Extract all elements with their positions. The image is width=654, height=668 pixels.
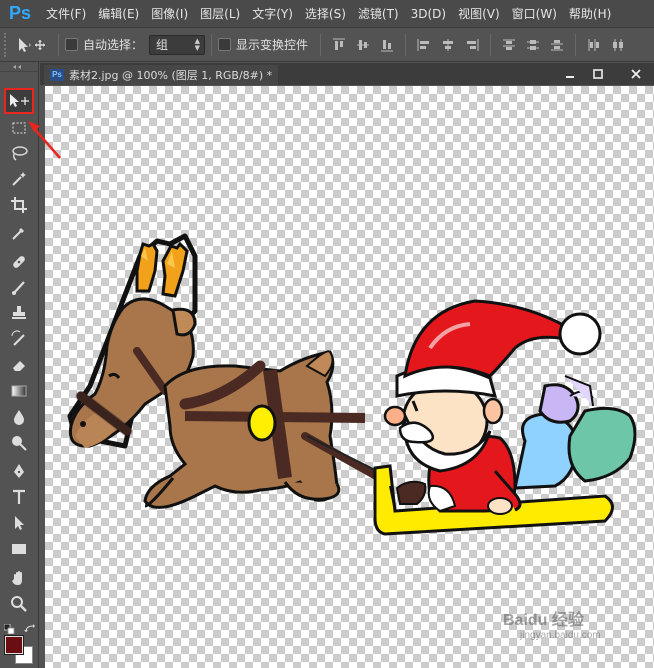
options-separator	[490, 33, 492, 56]
menu-bar: Ps 文件(F) 编辑(E) 图像(I) 图层(L) 文字(Y) 选择(S) 滤…	[0, 0, 654, 28]
align-bottom-icon[interactable]	[377, 35, 397, 55]
red-pointer-arrow-icon	[28, 121, 61, 159]
options-bar: 自动选择： 组 ▲ ▼ 显示变换控件	[0, 28, 654, 62]
document-title: 素材2.jpg @ 100% (图层 1, RGB/8#) *	[69, 69, 273, 82]
pen-tool[interactable]	[6, 460, 32, 482]
magic-wand-tool[interactable]	[6, 168, 32, 190]
zoom-tool[interactable]	[6, 593, 32, 615]
menu-window[interactable]: 窗口(W)	[506, 0, 563, 28]
ps-file-icon: Ps	[50, 69, 64, 81]
menu-layer[interactable]: 图层(L)	[194, 0, 246, 28]
restore-button[interactable]	[586, 65, 610, 82]
distribute-vcenter-icon[interactable]	[523, 35, 543, 55]
toolbox-collapse-handle[interactable]	[0, 62, 38, 72]
options-separator	[211, 33, 213, 56]
dropdown-arrows-icon: ▲ ▼	[194, 36, 201, 52]
watermark: Baidu 经验	[503, 612, 584, 629]
options-separator	[58, 33, 59, 56]
align-left-icon[interactable]	[414, 35, 434, 55]
rectangle-tool[interactable]	[6, 538, 32, 560]
dodge-tool[interactable]	[6, 432, 32, 454]
path-selection-tool[interactable]	[6, 512, 32, 534]
distribute-top-icon[interactable]	[499, 35, 519, 55]
distribute-hcenter-icon[interactable]	[608, 35, 628, 55]
healing-brush-tool[interactable]	[6, 251, 32, 273]
ps-logo: Ps	[8, 3, 32, 23]
distribute-left-icon[interactable]	[584, 35, 604, 55]
menu-file[interactable]: 文件(F)	[40, 0, 92, 28]
close-button[interactable]	[624, 65, 648, 82]
menu-image[interactable]: 图像(I)	[145, 0, 194, 28]
menu-filter[interactable]: 滤镜(T)	[352, 0, 405, 28]
crop-tool[interactable]	[6, 194, 32, 216]
document-tab-bar: Ps 素材2.jpg @ 100% (图层 1, RGB/8#) *	[40, 63, 654, 85]
align-vcenter-icon[interactable]	[353, 35, 373, 55]
options-separator	[575, 33, 577, 56]
document-tab[interactable]: Ps 素材2.jpg @ 100% (图层 1, RGB/8#) *	[44, 65, 279, 85]
menu-3d[interactable]: 3D(D)	[405, 0, 452, 28]
watermark-url: jingyan.baidu.com	[520, 630, 601, 641]
align-right-icon[interactable]	[462, 35, 482, 55]
history-brush-tool[interactable]	[6, 328, 32, 350]
auto-select-label: 自动选择：	[83, 38, 144, 52]
clone-stamp-tool[interactable]	[6, 302, 32, 324]
menu-view[interactable]: 视图(V)	[452, 0, 506, 28]
foreground-color-swatch[interactable]	[4, 635, 24, 655]
minimize-button[interactable]	[558, 65, 582, 82]
menu-select[interactable]: 选择(S)	[299, 0, 352, 28]
type-tool[interactable]	[6, 486, 32, 508]
auto-select-checkbox[interactable]	[65, 38, 78, 51]
align-top-icon[interactable]	[329, 35, 349, 55]
brush-tool[interactable]	[6, 276, 32, 298]
eyedropper-tool[interactable]	[6, 222, 32, 244]
distribute-bottom-icon[interactable]	[547, 35, 567, 55]
document-canvas[interactable]	[45, 86, 654, 668]
options-grip[interactable]	[4, 32, 12, 57]
show-transform-checkbox[interactable]	[218, 38, 232, 51]
menu-type[interactable]: 文字(Y)	[246, 0, 299, 28]
gradient-tool[interactable]	[6, 380, 32, 402]
hand-tool[interactable]	[6, 567, 32, 589]
move-tool-preset-icon[interactable]	[12, 33, 52, 57]
eraser-tool[interactable]	[6, 354, 32, 376]
options-separator	[320, 33, 322, 56]
align-hcenter-icon[interactable]	[438, 35, 458, 55]
options-separator	[405, 33, 407, 56]
antlers	[135, 241, 189, 298]
menu-edit[interactable]: 编辑(E)	[92, 0, 145, 28]
show-transform-label: 显示变换控件	[236, 38, 309, 52]
default-colors-icon[interactable]	[3, 619, 16, 635]
blur-tool[interactable]	[6, 406, 32, 428]
reindeer-sleigh-artwork	[67, 233, 637, 536]
move-tool[interactable]	[4, 88, 34, 114]
menu-help[interactable]: 帮助(H)	[563, 0, 617, 28]
auto-select-dropdown[interactable]: 组 ▲ ▼	[149, 34, 206, 55]
photoshop-window: Ps 文件(F) 编辑(E) 图像(I) 图层(L) 文字(Y) 选择(S) 滤…	[0, 0, 654, 668]
swap-colors-icon[interactable]	[24, 619, 36, 633]
auto-select-value: 组	[156, 37, 169, 52]
